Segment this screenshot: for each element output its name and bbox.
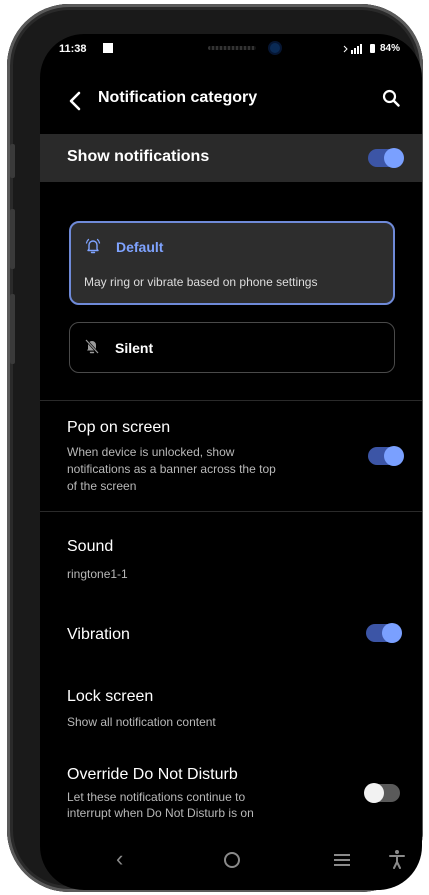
- pop-on-screen-desc-3: of the screen: [67, 479, 137, 493]
- side-key: [10, 294, 15, 364]
- screen: 11:38 84% Notification category Show not…: [40, 34, 422, 890]
- default-option-card[interactable]: Default May ring or vibrate based on pho…: [69, 221, 395, 305]
- show-notifications-toggle[interactable]: [368, 148, 404, 168]
- earpiece-speaker: [208, 46, 256, 50]
- nav-back-button[interactable]: ‹: [116, 846, 123, 872]
- vibration-title: Vibration: [67, 626, 130, 643]
- override-dnd-desc-1: Let these notifications continue to: [67, 790, 246, 804]
- vibration-toggle[interactable]: [366, 623, 402, 643]
- lock-screen-title: Lock screen: [67, 688, 154, 705]
- battery-icon: [369, 44, 375, 53]
- battery-percent: 84%: [379, 43, 400, 54]
- status-right: 84%: [343, 43, 400, 54]
- sound-title: Sound: [67, 538, 114, 555]
- signal-icon: [343, 43, 362, 54]
- silent-option-card[interactable]: Silent: [69, 322, 395, 373]
- pop-on-screen-title: Pop on screen: [67, 419, 171, 436]
- pop-on-screen-desc-1: When device is unlocked, show: [67, 445, 235, 459]
- pop-on-screen-desc-2: notifications as a banner across the top: [67, 462, 276, 476]
- divider: [40, 400, 422, 401]
- bell-ring-icon: [85, 238, 101, 254]
- page-title: Notification category: [98, 89, 258, 106]
- silent-option-title: Silent: [115, 340, 154, 356]
- override-dnd-desc-2: interrupt when Do Not Disturb is on: [67, 806, 254, 820]
- phone-frame: 11:38 84% Notification category Show not…: [7, 4, 423, 892]
- search-icon[interactable]: [382, 89, 400, 107]
- back-arrow-icon[interactable]: [68, 90, 82, 112]
- bell-off-icon: [85, 339, 99, 354]
- divider: [40, 511, 422, 512]
- accessibility-icon[interactable]: [388, 849, 406, 869]
- volume-up-button: [10, 144, 15, 178]
- lock-screen-value: Show all notification content: [67, 715, 216, 729]
- default-option-description: May ring or vibrate based on phone setti…: [84, 275, 318, 289]
- override-dnd-title: Override Do Not Disturb: [67, 766, 238, 783]
- override-dnd-toggle[interactable]: [364, 783, 400, 803]
- front-camera: [270, 43, 280, 53]
- pop-on-screen-toggle[interactable]: [368, 446, 404, 466]
- show-notifications-label: Show notifications: [67, 148, 210, 165]
- default-option-title: Default: [116, 239, 164, 255]
- home-icon[interactable]: [224, 852, 240, 868]
- recents-icon[interactable]: [334, 854, 350, 866]
- volume-down-button: [10, 209, 15, 269]
- notification-icon: [103, 43, 113, 53]
- show-notifications-row[interactable]: Show notifications: [40, 134, 422, 182]
- status-time: 11:38: [59, 43, 87, 55]
- sound-value: ringtone1-1: [67, 567, 128, 581]
